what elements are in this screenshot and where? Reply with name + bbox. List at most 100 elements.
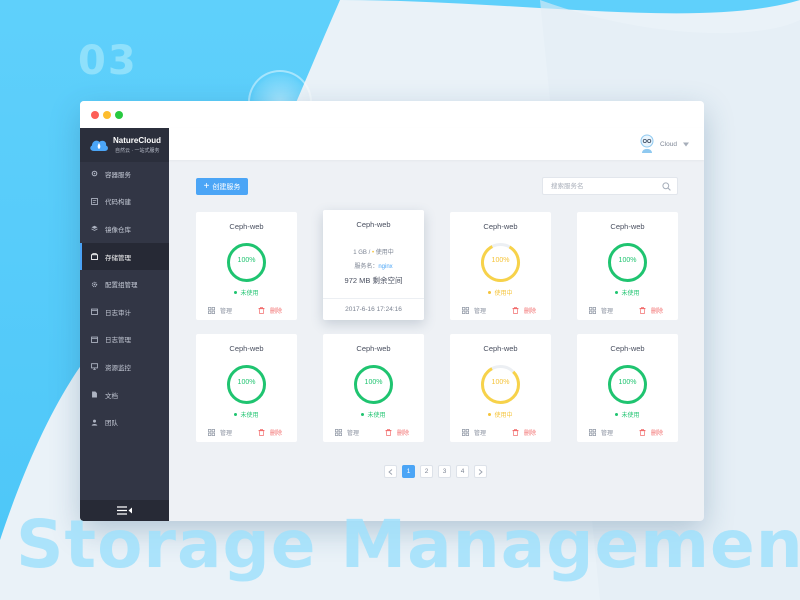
storage-card[interactable]: Ceph-web 100% 未使用 管理 删除 [196, 212, 297, 320]
status-dot-icon [234, 290, 238, 294]
status-badge: 使用中 [450, 410, 551, 419]
in-use-text: 使用中 [375, 250, 394, 256]
sidebar-item-label: 容器服务 [105, 171, 131, 179]
prev-page-button[interactable] [384, 465, 397, 478]
capacity-info: 1 GB / • 使用中 [323, 247, 424, 256]
capacity-text: 1 GB / [353, 250, 371, 256]
search-icon[interactable] [662, 182, 671, 191]
sidebar-item-resource-monitor[interactable]: 资源监控 [80, 353, 169, 381]
trash-icon [258, 307, 265, 314]
sidebar-item-label: 资源监控 [105, 364, 131, 372]
storage-card[interactable]: Ceph-web 100% 未使用 管理 删除 [577, 212, 678, 320]
settings-icon [91, 281, 98, 287]
usage-percent: 100% [491, 379, 510, 386]
delete-button[interactable]: 删除 [385, 428, 409, 437]
storage-icon [91, 253, 98, 260]
next-page-button[interactable] [474, 465, 487, 478]
status-text: 未使用 [240, 413, 259, 419]
usage-percent: 100% [237, 379, 256, 386]
status-badge: 使用中 [450, 288, 551, 297]
page-button-1[interactable]: 1 [402, 465, 415, 478]
status-dot-icon: • [371, 250, 375, 256]
usage-percent: 100% [618, 379, 637, 386]
free-space: 972 MB 剩余空间 [344, 276, 403, 285]
delete-button[interactable]: 删除 [512, 428, 536, 437]
manage-label: 管理 [474, 309, 487, 315]
status-dot-icon [488, 290, 492, 294]
delete-button[interactable]: 删除 [258, 428, 282, 437]
manage-button[interactable]: 管理 [462, 306, 486, 315]
create-service-label: 创建服务 [212, 183, 241, 191]
card-title: Ceph-web [610, 344, 645, 353]
delete-label: 删除 [397, 431, 410, 437]
manage-button[interactable]: 管理 [335, 428, 359, 437]
sidebar-item-image-registry[interactable]: 镜像仓库 [80, 215, 169, 243]
grid-icon [208, 429, 215, 436]
status-badge: 未使用 [577, 410, 678, 419]
service-name-link[interactable]: nginx [378, 264, 392, 270]
brand-name: NatureCloud [113, 136, 161, 145]
minimize-window-button[interactable] [103, 111, 111, 119]
status-text: 未使用 [367, 413, 386, 419]
section-number: 03 [78, 38, 138, 84]
timestamp: 2017-6-16 17:24:16 [345, 306, 402, 313]
sidebar-item-label: 镜像仓库 [105, 226, 131, 234]
sidebar-item-storage[interactable]: 存储管理 [80, 242, 169, 271]
manage-button[interactable]: 管理 [589, 306, 613, 315]
storage-card[interactable]: Ceph-web 100% 使用中 管理 删除 [450, 334, 551, 442]
storage-card[interactable]: Ceph-web 100% 未使用 管理 删除 [196, 334, 297, 442]
sidebar-item-label: 文档 [105, 392, 118, 400]
search-input[interactable] [551, 180, 661, 193]
brand-logo[interactable]: NatureCloud 自然云 · 一站式服务 [80, 128, 169, 162]
page-button-2[interactable]: 2 [420, 465, 433, 478]
sidebar-item-code-build[interactable]: 代码构建 [80, 188, 169, 216]
status-dot-icon [615, 412, 619, 416]
maximize-window-button[interactable] [115, 111, 123, 119]
delete-button[interactable]: 删除 [258, 306, 282, 315]
manage-button[interactable]: 管理 [208, 428, 232, 437]
sidebar-menu: 容器服务 代码构建 镜像仓库 存储管理 配置组管理 日志审计 日志管理 资源监控… [80, 160, 169, 436]
storage-card[interactable]: Ceph-web 100% 未使用 管理 删除 [577, 334, 678, 442]
page-button-4[interactable]: 4 [456, 465, 469, 478]
calendar-icon [91, 336, 98, 343]
sidebar-item-container-service[interactable]: 容器服务 [80, 160, 169, 188]
delete-button[interactable]: 删除 [512, 306, 536, 315]
delete-button[interactable]: 删除 [639, 428, 663, 437]
storage-card[interactable]: Ceph-web 100% 未使用 管理 删除 [323, 334, 424, 442]
delete-button[interactable]: 删除 [639, 306, 663, 315]
storage-card[interactable]: Ceph-web 100% 使用中 管理 删除 [450, 212, 551, 320]
close-window-button[interactable] [91, 111, 99, 119]
sidebar-item-label: 代码构建 [105, 199, 131, 207]
chevron-right-icon [478, 468, 483, 475]
service-info: 服务名：nginx [323, 261, 424, 270]
sidebar-item-log-audit[interactable]: 日志审计 [80, 298, 169, 326]
status-dot-icon [615, 290, 619, 294]
create-service-button[interactable]: + 创建服务 [196, 178, 248, 195]
storage-card-detail[interactable]: Ceph-web 1 GB / • 使用中 服务名：nginx 972 MB 剩… [323, 210, 424, 320]
chevron-left-icon [388, 468, 393, 475]
sidebar-item-team[interactable]: 团队 [80, 408, 169, 436]
usage-percent: 100% [237, 257, 256, 264]
status-badge: 未使用 [577, 288, 678, 297]
search-box[interactable] [542, 177, 678, 195]
calendar-icon [91, 308, 98, 316]
sidebar-item-config-group[interactable]: 配置组管理 [80, 270, 169, 298]
trash-icon [258, 429, 265, 436]
user-name[interactable]: Cloud [660, 141, 677, 148]
manage-button[interactable]: 管理 [208, 306, 232, 315]
page-button-3[interactable]: 3 [438, 465, 451, 478]
card-title: Ceph-web [356, 220, 391, 229]
manage-button[interactable]: 管理 [462, 428, 486, 437]
chevron-down-icon[interactable] [683, 142, 689, 147]
manage-button[interactable]: 管理 [589, 428, 613, 437]
trash-icon [512, 429, 519, 436]
avatar[interactable] [639, 134, 655, 154]
divider [323, 298, 424, 299]
document-icon [92, 391, 97, 398]
delete-label: 删除 [651, 431, 664, 437]
sidebar-item-log-management[interactable]: 日志管理 [80, 326, 169, 354]
top-header: Cloud [169, 128, 704, 160]
status-text: 未使用 [621, 413, 640, 419]
sidebar-item-docs[interactable]: 文档 [80, 381, 169, 409]
sidebar: NatureCloud 自然云 · 一站式服务 容器服务 代码构建 镜像仓库 存… [80, 128, 169, 521]
